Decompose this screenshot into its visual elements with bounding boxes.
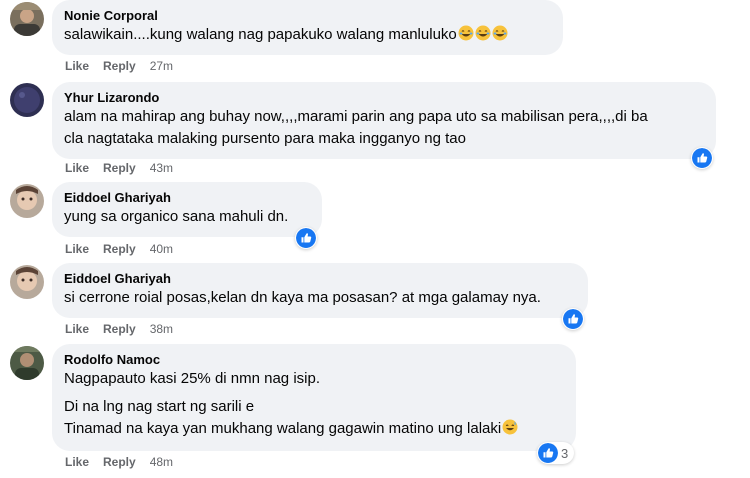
comment-timestamp[interactable]: 38m <box>150 322 173 336</box>
avatar[interactable] <box>10 184 44 218</box>
comment-author[interactable]: Eiddoel Ghariyah <box>64 270 576 287</box>
comment-timestamp[interactable]: 48m <box>150 455 173 469</box>
comment-author[interactable]: Rodolfo Namoc <box>64 351 564 368</box>
comment-timestamp[interactable]: 27m <box>150 59 173 73</box>
like-button[interactable]: Like <box>65 322 89 336</box>
comment-timestamp[interactable]: 43m <box>150 161 173 175</box>
comment-text: salawikain....kung walang nag papakuko w… <box>64 24 551 46</box>
avatar[interactable] <box>10 83 44 117</box>
comment-text-line: Tinamad na kaya yan mukhang walang gagaw… <box>64 420 502 437</box>
like-button[interactable]: Like <box>65 161 89 175</box>
comment-actions: Like Reply 43m <box>65 160 173 176</box>
comment-timestamp[interactable]: 40m <box>150 242 173 256</box>
reply-button[interactable]: Reply <box>103 59 136 73</box>
comment-actions: Like Reply 48m <box>65 454 173 470</box>
like-button[interactable]: Like <box>65 59 89 73</box>
comment-bubble: Nonie Corporal salawikain....kung walang… <box>52 0 563 55</box>
like-reaction-icon <box>563 309 583 329</box>
comment-text: Tinamad na kaya yan mukhang walang gagaw… <box>64 418 564 440</box>
grinning-sweat-emoji-icon <box>502 419 518 435</box>
reaction-badge[interactable] <box>691 147 713 169</box>
comment-bubble: Yhur Lizarondo alam na mahirap ang buhay… <box>52 82 716 159</box>
comment-author[interactable]: Yhur Lizarondo <box>64 89 704 106</box>
like-reaction-icon <box>296 228 316 248</box>
comment-text-line: Nagpapauto kasi 25% di nmn nag isip. <box>64 370 320 387</box>
joy-emoji-icon <box>458 25 474 41</box>
reply-button[interactable]: Reply <box>103 322 136 336</box>
comment-author[interactable]: Nonie Corporal <box>64 7 551 24</box>
reaction-badge[interactable] <box>562 308 584 330</box>
reaction-badge[interactable] <box>295 227 317 249</box>
reaction-count: 3 <box>561 445 569 461</box>
avatar[interactable] <box>10 346 44 380</box>
comment-bubble: Eiddoel Ghariyah si cerrone roial posas,… <box>52 263 588 318</box>
avatar[interactable] <box>10 2 44 36</box>
comment-text-line: salawikain....kung walang nag papakuko w… <box>64 26 457 43</box>
comment-actions: Like Reply 40m <box>65 241 173 257</box>
reply-button[interactable]: Reply <box>103 455 136 469</box>
comment-text-line: yung sa organico sana mahuli dn. <box>64 208 289 225</box>
reaction-badge[interactable]: 3 <box>537 442 575 464</box>
like-reaction-icon <box>538 443 558 463</box>
comment-bubble: Rodolfo Namoc Nagpapauto kasi 25% di nmn… <box>52 344 576 451</box>
comment-text-line: cla nagtataka malaking pursento para mak… <box>64 130 466 147</box>
comment-text-line: alam na mahirap ang buhay now,,,,marami … <box>64 108 648 125</box>
like-reaction-icon <box>692 148 712 168</box>
like-button[interactable]: Like <box>65 455 89 469</box>
reply-button[interactable]: Reply <box>103 242 136 256</box>
comment-actions: Like Reply 38m <box>65 321 173 337</box>
reply-button[interactable]: Reply <box>103 161 136 175</box>
comment-actions: Like Reply 27m <box>65 58 173 74</box>
joy-emoji-icon <box>492 25 508 41</box>
avatar[interactable] <box>10 265 44 299</box>
joy-emoji-icon <box>475 25 491 41</box>
like-button[interactable]: Like <box>65 242 89 256</box>
comment-text-line: si cerrone roial posas,kelan dn kaya ma … <box>64 289 541 306</box>
comment-bubble: Eiddoel Ghariyah yung sa organico sana m… <box>52 182 322 237</box>
comment-text-line: Di na lng nag start ng sarili e <box>64 398 255 415</box>
comment-author[interactable]: Eiddoel Ghariyah <box>64 189 310 206</box>
